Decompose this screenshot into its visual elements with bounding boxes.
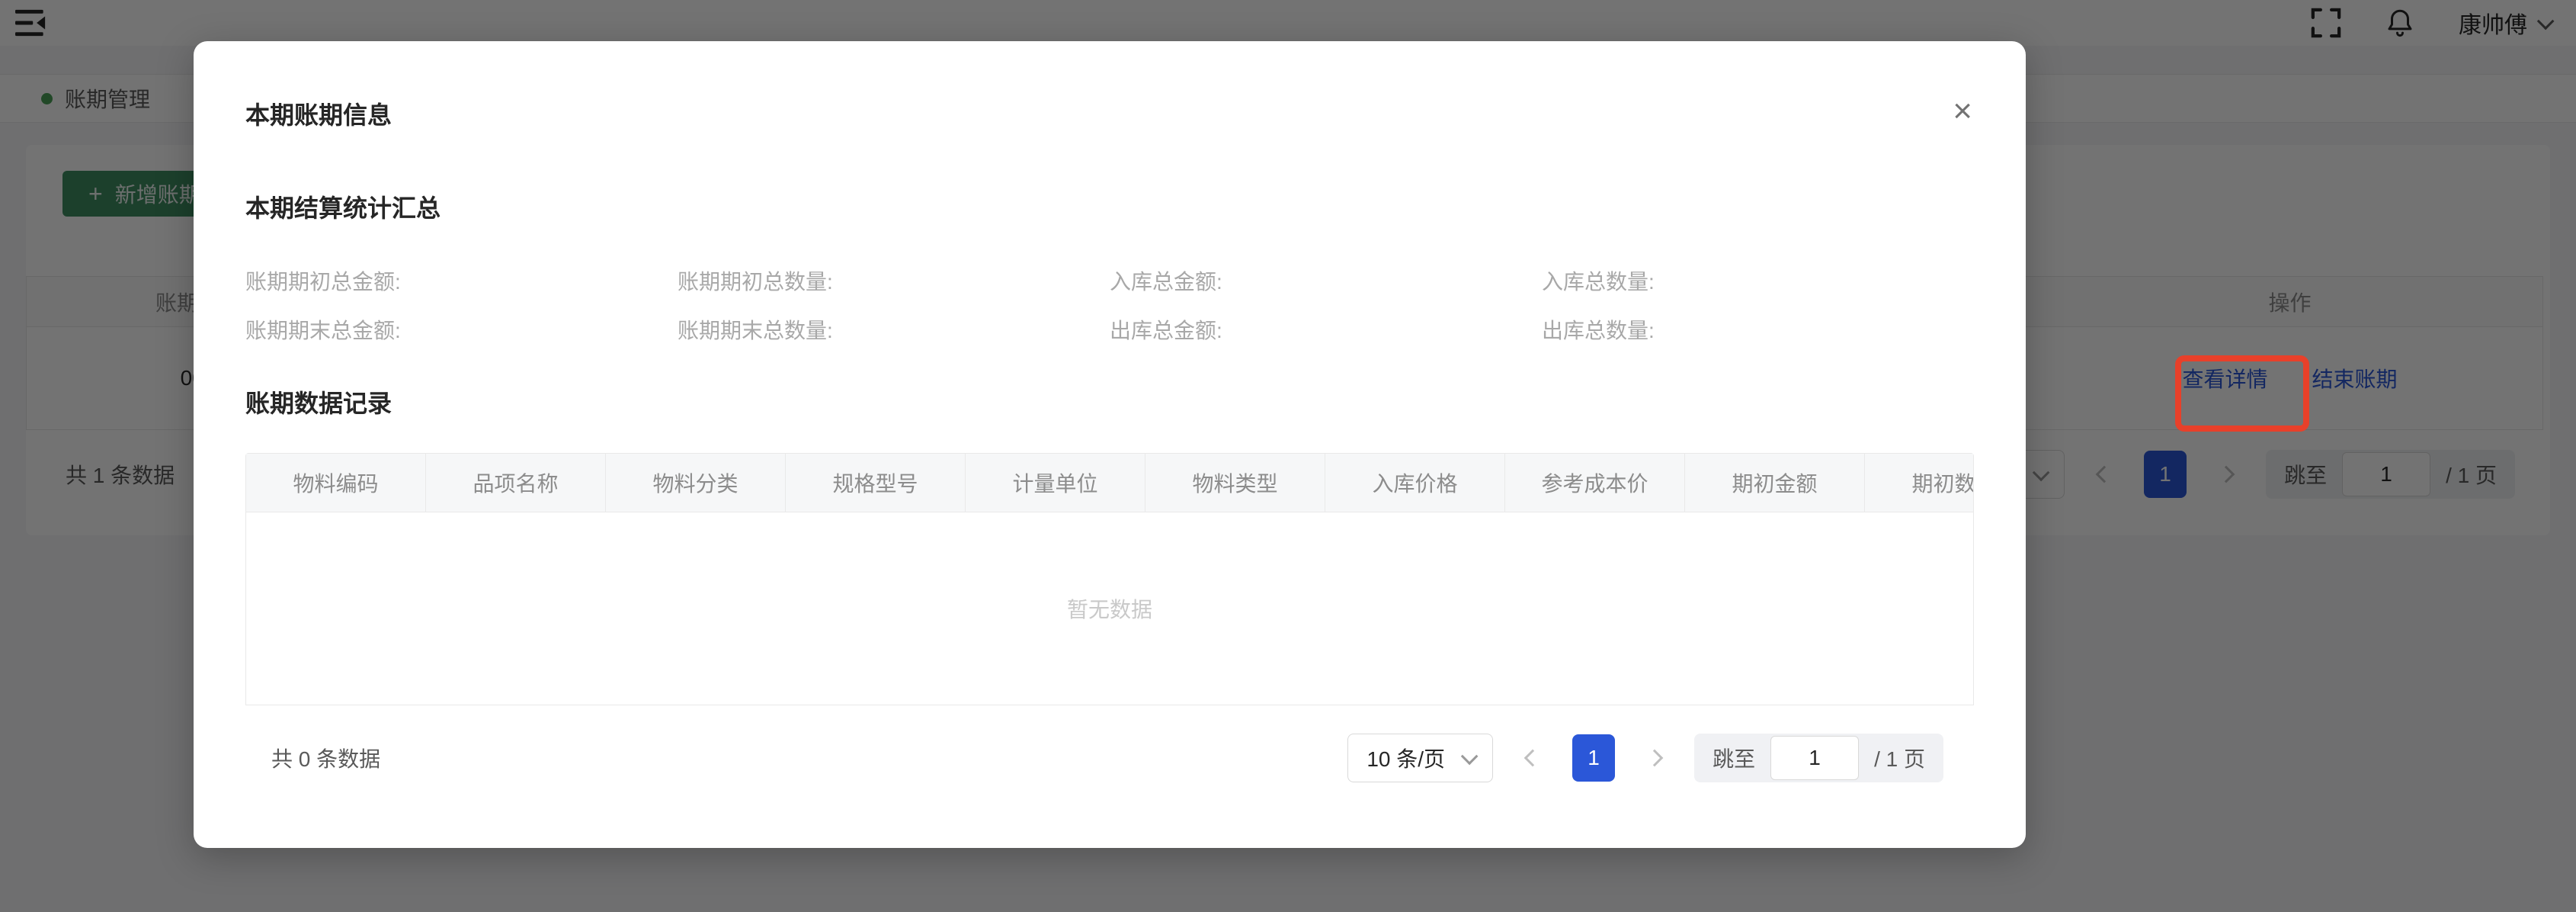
records-column-header: 参考成本价 <box>1505 454 1685 512</box>
next-page-icon[interactable] <box>1646 750 1664 767</box>
page-number-button[interactable]: 1 <box>1572 734 1615 782</box>
stat-label: 账期期末总金额: <box>245 314 678 348</box>
stat-label: 出库总金额: <box>1110 314 1542 348</box>
jump-page-input[interactable] <box>1770 736 1859 780</box>
stat-label: 账期期初总数量: <box>678 265 1110 299</box>
jump-to-page: 跳至 / 1 页 <box>1694 734 1943 782</box>
records-table-footer: 共 0 条数据 10 条/页 1 跳至 / 1 页 <box>245 734 1974 782</box>
pagination: 10 条/页 1 跳至 / 1 页 <box>1347 734 1943 782</box>
records-column-header: 期初金额 <box>1685 454 1865 512</box>
records-column-header: 物料分类 <box>606 454 786 512</box>
stat-label: 账期期初总金额: <box>245 265 678 299</box>
stat-label: 入库总数量: <box>1542 265 1974 299</box>
summary-section-title: 本期结算统计汇总 <box>245 189 1974 224</box>
records-column-header: 计量单位 <box>966 454 1145 512</box>
summary-stats-grid: 账期期初总金额: 账期期初总数量: 入库总金额: 入库总数量: 账期期末总金额:… <box>245 265 1974 348</box>
records-column-header: 物料类型 <box>1145 454 1325 512</box>
records-column-header: 物料编码 <box>246 454 426 512</box>
total-count-text: 共 0 条数据 <box>271 743 380 773</box>
records-column-header: 期初数量 <box>1865 454 1973 512</box>
records-column-header: 入库价格 <box>1325 454 1505 512</box>
close-icon[interactable]: × <box>1953 95 1972 128</box>
period-info-modal: 本期账期信息 × 本期结算统计汇总 账期期初总金额: 账期期初总数量: 入库总金… <box>194 41 2026 848</box>
stat-label: 账期期末总数量: <box>678 314 1110 348</box>
records-table-header: 物料编码 品项名称 物料分类 规格型号 计量单位 物料类型 入库价格 参考成本价… <box>246 454 1973 512</box>
page-size-select[interactable]: 10 条/页 <box>1347 734 1493 782</box>
page-size-value: 10 条/页 <box>1366 743 1445 773</box>
records-table: 物料编码 品项名称 物料分类 规格型号 计量单位 物料类型 入库价格 参考成本价… <box>245 453 1974 705</box>
stat-label: 出库总数量: <box>1542 314 1974 348</box>
chevron-down-icon <box>1461 748 1479 766</box>
records-section-title: 账期数据记录 <box>245 384 1974 419</box>
records-column-header: 品项名称 <box>426 454 606 512</box>
prev-page-icon[interactable] <box>1524 750 1542 767</box>
stat-label: 入库总金额: <box>1110 265 1542 299</box>
empty-state-text: 暂无数据 <box>246 512 1973 705</box>
jump-label: 跳至 <box>1713 743 1755 773</box>
records-column-header: 规格型号 <box>786 454 966 512</box>
total-pages-text: / 1 页 <box>1874 743 1925 773</box>
modal-title: 本期账期信息 <box>245 41 1974 131</box>
